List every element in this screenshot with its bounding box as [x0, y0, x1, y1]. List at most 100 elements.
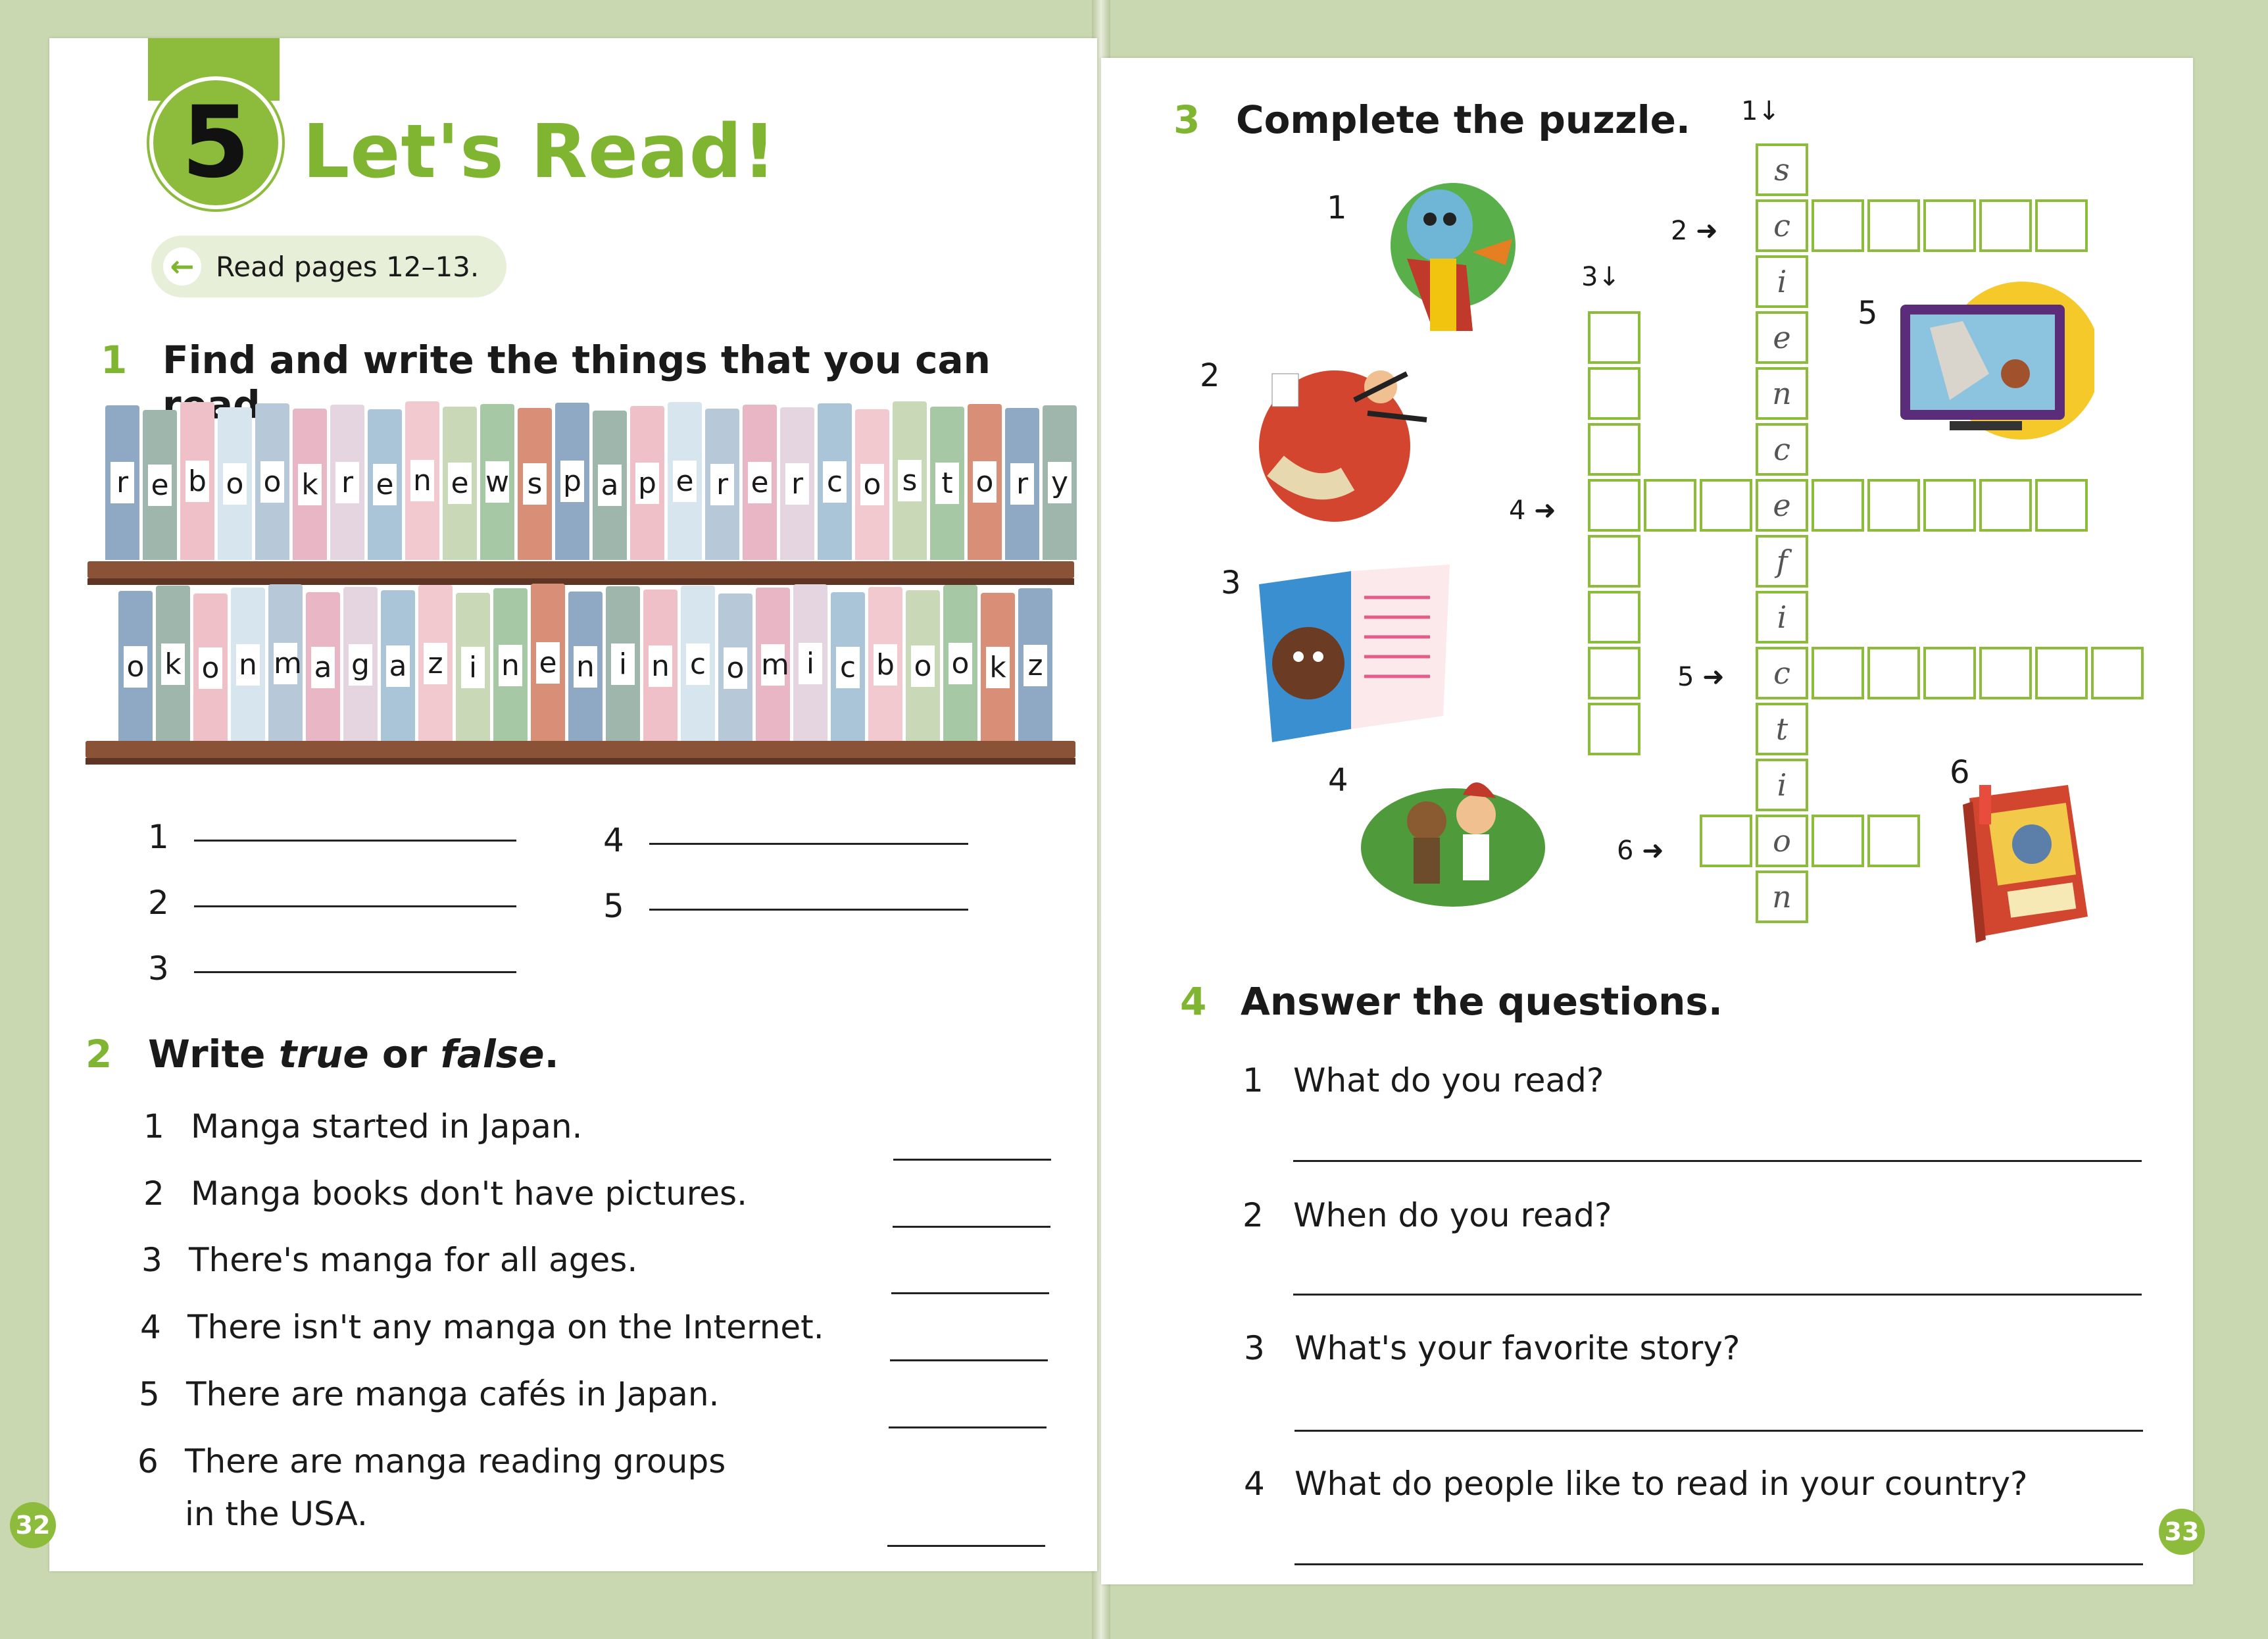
book-letter: n [236, 644, 260, 686]
crossword-cell-2-across[interactable] [1867, 199, 1920, 252]
ex2-number: 2 [86, 1032, 112, 1076]
crossword-cell-2-across[interactable] [2035, 199, 2088, 252]
crossword-cell-5-across[interactable] [2035, 647, 2088, 699]
book-spine: i [606, 586, 640, 742]
crossword-cell-3-down[interactable] [1588, 367, 1640, 420]
ex2-answer-line-6[interactable] [887, 1545, 1045, 1547]
book-letter: a [311, 646, 335, 688]
crossword-cell-3-down[interactable] [1588, 423, 1640, 476]
book-spine: b [180, 402, 214, 560]
crossword-cell-1-down[interactable]: e [1756, 311, 1808, 364]
ex1-answer-line-5[interactable] [649, 909, 968, 911]
crossword-cell-1-down[interactable]: e [1756, 479, 1808, 532]
ex4-answer-line-1[interactable] [1293, 1160, 2142, 1162]
book-spine: r [705, 409, 739, 560]
book-spine: e [143, 410, 177, 560]
ex2-item-text: Manga started in Japan. [191, 1107, 583, 1146]
book-letter: k [161, 643, 185, 685]
crossword-cell-2-across[interactable] [1812, 199, 1864, 252]
crossword-cell-5-across[interactable] [2091, 647, 2144, 699]
arrow-right-icon: ➜ [1696, 216, 1718, 246]
ex1-answer-line-3[interactable] [194, 971, 516, 973]
ex2-item-number: 1 [143, 1107, 164, 1146]
crossword-cell-3-down[interactable] [1588, 591, 1640, 643]
ex1-answer-number: 2 [148, 884, 169, 922]
book-spine: n [231, 588, 265, 742]
picture-label: 2 [1200, 357, 1220, 394]
book-letter: o [199, 647, 222, 689]
crossword-cell-5-across[interactable] [1812, 647, 1864, 699]
ex2-item-text: Manga books don't have pictures. [191, 1174, 747, 1213]
book-spine: m [268, 584, 303, 742]
read-pages-text: Read pages 12–13. [216, 250, 480, 283]
book-letter: w [485, 461, 509, 503]
book-letter: y [1048, 462, 1072, 503]
crossword-cell-1-down[interactable]: c [1756, 199, 1808, 252]
clue-label-2-across: 2 ➜ [1671, 216, 1718, 246]
crossword-cell-6-across[interactable] [1700, 815, 1752, 867]
crossword-cell-1-down[interactable]: c [1756, 647, 1808, 699]
ex2-item-number: 5 [139, 1375, 160, 1413]
ex2-answer-line-3[interactable] [891, 1292, 1049, 1294]
crossword-cell-5-across[interactable] [1979, 647, 2032, 699]
crossword-cell-1-down[interactable]: o [1756, 815, 1808, 867]
crossword-cell-6-across[interactable] [1812, 815, 1864, 867]
crossword-cell-4-across[interactable] [1923, 479, 1976, 532]
ex2-answer-line-4[interactable] [890, 1359, 1048, 1361]
crossword-cell-1-down[interactable]: i [1756, 591, 1808, 643]
crossword-cell-3-down[interactable] [1588, 647, 1640, 699]
book-spine: r [105, 405, 139, 560]
crossword-cell-1-down[interactable]: s [1756, 143, 1808, 196]
crossword-cell-6-across[interactable] [1867, 815, 1920, 867]
book-spine: r [780, 407, 814, 560]
crossword-cell-3-down[interactable] [1588, 479, 1640, 532]
crossword-cell-4-across[interactable] [1644, 479, 1696, 532]
crossword-cell-1-down[interactable]: i [1756, 759, 1808, 811]
crossword-cell-1-down[interactable]: i [1756, 255, 1808, 308]
crossword-cell-2-across[interactable] [1923, 199, 1976, 252]
crossword-cell-1-down[interactable]: n [1756, 870, 1808, 923]
ex2-title-false: false [440, 1032, 545, 1076]
ex1-answer-line-1[interactable] [194, 840, 516, 842]
book-spine: e [443, 407, 477, 560]
clue-label-5-across: 5 ➜ [1677, 662, 1725, 692]
ex4-answer-line-4[interactable] [1294, 1563, 2143, 1565]
crossword-cell-3-down[interactable] [1588, 535, 1640, 588]
crossword-cell-1-down[interactable]: c [1756, 423, 1808, 476]
book-spine: i [456, 593, 490, 742]
ex4-question-text: When do you read? [1293, 1196, 1612, 1234]
crossword-cell-3-down[interactable] [1588, 311, 1640, 364]
crossword-cell-1-down[interactable]: n [1756, 367, 1808, 420]
book-letter: n [499, 644, 522, 686]
crossword-cell-4-across[interactable] [1812, 479, 1864, 532]
ex2-title-part: or [368, 1032, 441, 1076]
book-spine: e [531, 584, 565, 742]
ex4-question-text: What do you read? [1293, 1061, 1604, 1099]
ex2-answer-line-1[interactable] [893, 1159, 1051, 1161]
crossword-cell-4-across[interactable] [1867, 479, 1920, 532]
crossword-cell-5-across[interactable] [1923, 647, 1976, 699]
comic-book-picture [1956, 772, 2108, 949]
ex4-answer-line-2[interactable] [1293, 1294, 2142, 1296]
crossword-cell-3-down[interactable] [1588, 703, 1640, 755]
crossword-cell-4-across[interactable] [1700, 479, 1752, 532]
book-letter: r [785, 463, 809, 505]
crossword-cell-1-down[interactable]: t [1756, 703, 1808, 755]
ex1-answer-line-4[interactable] [649, 843, 968, 845]
ex4-answer-line-3[interactable] [1294, 1430, 2143, 1432]
book-letter: s [523, 463, 547, 505]
ex1-answer-number: 1 [148, 818, 169, 856]
ex4-number: 4 [1180, 979, 1207, 1024]
crossword-cell-4-across[interactable] [2035, 479, 2088, 532]
crossword-cell-2-across[interactable] [1979, 199, 2032, 252]
picture-label: 4 [1328, 762, 1348, 799]
crossword-cell-4-across[interactable] [1979, 479, 2032, 532]
crossword-cell-1-down[interactable]: f [1756, 535, 1808, 588]
clue-number: 3 [1581, 262, 1598, 292]
ex1-answer-line-2[interactable] [194, 905, 516, 907]
ex2-answer-line-5[interactable] [889, 1426, 1047, 1428]
arrow-right-icon: ➜ [1534, 495, 1556, 526]
crossword-cell-5-across[interactable] [1867, 647, 1920, 699]
ex2-answer-line-2[interactable] [893, 1226, 1050, 1228]
book-letter: e [748, 461, 772, 503]
